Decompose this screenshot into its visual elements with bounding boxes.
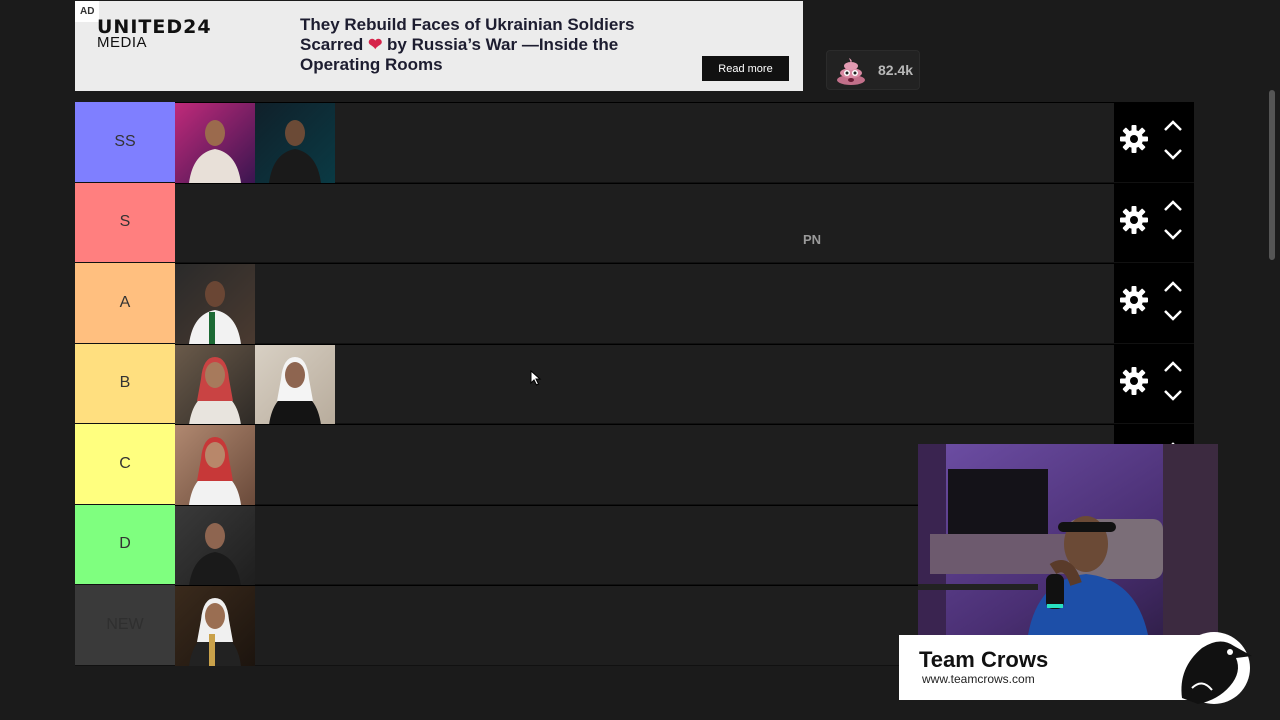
ad-brand-sub: MEDIA — [97, 34, 148, 51]
tier-item-person-trophy[interactable] — [175, 586, 255, 666]
tier-items-s[interactable]: PN — [175, 182, 1114, 262]
tier-row-b: B — [75, 343, 1194, 425]
brand-url: www.teamcrows.com — [922, 672, 1035, 686]
settings-gear-icon[interactable] — [1114, 205, 1149, 240]
ad-headline: They Rebuild Faces of Ukrainian Soldiers… — [300, 15, 640, 75]
move-arrows — [1163, 119, 1183, 165]
ad-badge: AD — [75, 1, 100, 22]
tier-item-person-neon-club[interactable] — [175, 103, 255, 183]
tier-row-a: A — [75, 263, 1194, 344]
tier-label-new[interactable]: NEW — [75, 585, 175, 665]
tier-label-c[interactable]: C — [75, 424, 175, 504]
page-scrollbar[interactable] — [1269, 90, 1275, 260]
tier-items-b[interactable] — [175, 343, 1114, 425]
move-down-icon[interactable] — [1163, 227, 1183, 245]
settings-gear-icon[interactable] — [1114, 124, 1149, 159]
move-up-icon[interactable] — [1163, 119, 1183, 137]
heart-icon: ❤ — [368, 35, 383, 54]
tier-label-b[interactable]: B — [75, 343, 175, 423]
move-down-icon[interactable] — [1163, 388, 1183, 406]
move-up-icon[interactable] — [1163, 360, 1183, 378]
crow-logo-icon — [1178, 632, 1252, 704]
brand-title: Team Crows — [919, 647, 1049, 672]
move-up-icon[interactable] — [1163, 280, 1183, 298]
tier-item-person-red-ghutra[interactable] — [175, 425, 255, 505]
read-more-button[interactable]: Read more — [702, 56, 789, 81]
move-arrows — [1163, 199, 1183, 245]
tier-row-ss: SS — [75, 102, 1194, 183]
tier-label-s[interactable]: S — [75, 182, 175, 262]
tier-controls — [1114, 343, 1194, 423]
poop-emoji-icon — [837, 58, 865, 85]
move-arrows — [1163, 280, 1183, 326]
tier-items-a[interactable] — [175, 263, 1114, 344]
move-up-icon[interactable] — [1163, 199, 1183, 217]
tier-item-person-black-thobe[interactable] — [175, 505, 255, 586]
tier-item-person-red-shemagh[interactable] — [175, 344, 255, 425]
ad-banner[interactable]: AD UNITED24 MEDIA They Rebuild Faces of … — [75, 1, 803, 91]
webcam-image — [918, 444, 1218, 635]
tier-item-person-dark-club[interactable] — [255, 103, 335, 183]
tier-item-person-black-bisht[interactable] — [255, 344, 335, 425]
tier-row-s: S PN — [75, 182, 1194, 263]
tier-items-ss[interactable] — [175, 102, 1114, 183]
tier-controls — [1114, 102, 1194, 182]
move-arrows — [1163, 360, 1183, 406]
tier-label-d[interactable]: D — [75, 504, 175, 584]
move-down-icon[interactable] — [1163, 147, 1183, 165]
reaction-count: 82.4k — [878, 62, 914, 78]
tier-label-ss[interactable]: SS — [75, 102, 175, 182]
settings-gear-icon[interactable] — [1114, 366, 1149, 401]
brand-lower-third: Team Crows www.teamcrows.com — [899, 635, 1201, 700]
tier-controls — [1114, 182, 1194, 262]
tier-label-a[interactable]: A — [75, 263, 175, 343]
reaction-counter[interactable]: 82.4k — [826, 50, 920, 90]
floating-text: PN — [803, 231, 822, 247]
mouse-cursor-icon — [530, 370, 542, 386]
tier-controls — [1114, 263, 1194, 343]
settings-gear-icon[interactable] — [1114, 285, 1149, 320]
streamer-webcam — [918, 444, 1218, 635]
move-down-icon[interactable] — [1163, 308, 1183, 326]
tier-item-person-green-scarf[interactable] — [175, 264, 255, 344]
